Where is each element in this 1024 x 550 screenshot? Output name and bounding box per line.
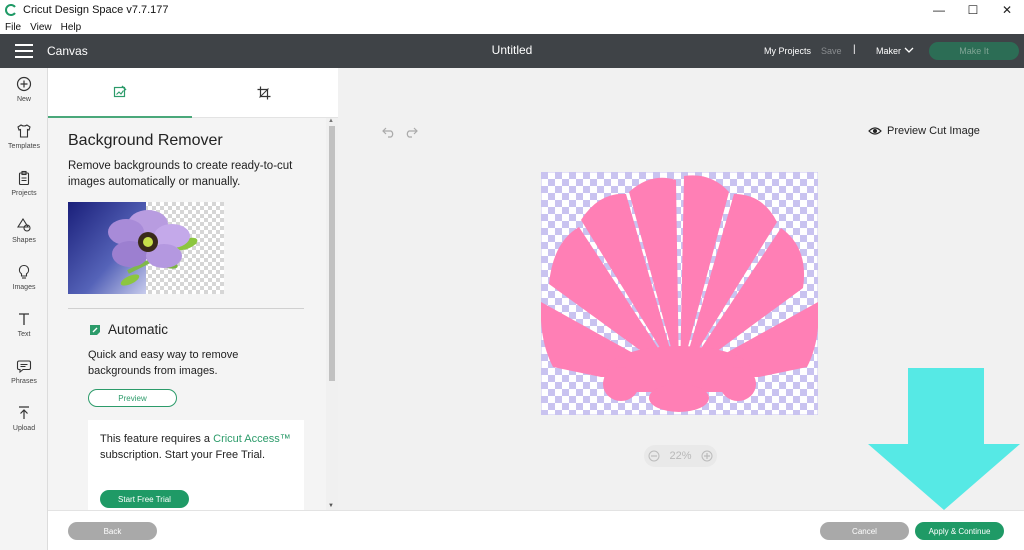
access-text-after: subscription. Start your Free Trial. [100, 449, 266, 461]
rail-item-upload[interactable]: Upload [0, 405, 48, 432]
shapes-icon [17, 217, 31, 232]
undo-icon[interactable] [382, 126, 396, 138]
background-remover-panel: Background Remover Remove backgrounds to… [48, 68, 338, 510]
rail-item-images[interactable]: Images [0, 264, 48, 291]
preview-cut-image-toggle[interactable]: Preview Cut Image [868, 125, 980, 137]
menu-view[interactable]: View [30, 22, 52, 33]
panel-tabs [48, 68, 338, 118]
preview-button[interactable]: Preview [88, 389, 177, 407]
rail-item-label: Upload [12, 425, 36, 432]
back-button[interactable]: Back [68, 522, 157, 540]
window-titlebar: Cricut Design Space v7.7.177 — ☐ ✕ [0, 0, 1024, 20]
menubar: File View Help [0, 20, 1024, 34]
window-controls: — ☐ ✕ [922, 0, 1024, 20]
shirt-icon [17, 124, 31, 138]
automatic-description: Quick and easy way to remove backgrounds… [88, 349, 239, 377]
rail-item-shapes[interactable]: Shapes [0, 217, 48, 244]
flower-example-image [68, 202, 224, 294]
access-message: This feature requires a Cricut Access™ s… [100, 431, 295, 463]
tool-rail: New Templates Projects Shapes Images Tex… [0, 68, 48, 550]
shell-image-preview [541, 172, 818, 415]
bottom-action-bar: Back Cancel Apply & Continue [48, 510, 1024, 550]
redo-icon[interactable] [404, 126, 418, 138]
lightbulb-icon [18, 264, 30, 279]
hamburger-menu-icon[interactable] [15, 44, 33, 58]
rail-item-label: Text [17, 331, 31, 338]
rail-item-text[interactable]: Text [0, 311, 48, 338]
rail-item-new[interactable]: New [0, 76, 48, 103]
window-title: Cricut Design Space v7.7.177 [23, 4, 169, 16]
section-title: Canvas [47, 44, 88, 58]
minimize-button[interactable]: — [922, 0, 956, 20]
plus-circle-icon [16, 76, 32, 92]
text-icon [19, 313, 29, 325]
panel-description: Remove backgrounds to create ready-to-cu… [68, 160, 293, 188]
preview-cut-label: Preview Cut Image [887, 125, 980, 137]
tab-background-remover[interactable] [48, 68, 192, 118]
access-text-before: This feature requires a [100, 433, 214, 445]
magic-wand-icon [90, 325, 100, 335]
cancel-button[interactable]: Cancel [820, 522, 909, 540]
rail-item-projects[interactable]: Projects [0, 170, 48, 197]
upload-icon [19, 406, 29, 419]
zoom-control: 22% [644, 445, 717, 467]
close-window-button[interactable]: ✕ [990, 0, 1024, 20]
menu-help[interactable]: Help [61, 22, 82, 33]
panel-title: Background Remover [68, 132, 223, 149]
rail-item-label: Templates [8, 143, 40, 150]
rail-item-label: Phrases [11, 378, 37, 385]
rail-item-templates[interactable]: Templates [0, 123, 48, 150]
scroll-thumb[interactable] [329, 126, 335, 381]
annotation-down-arrow [868, 368, 1020, 510]
chevron-down-icon[interactable] [904, 45, 914, 55]
tab-crop[interactable] [192, 68, 336, 118]
panel-scrollbar[interactable]: ▲ ▼ [326, 118, 338, 510]
zoom-in-icon[interactable] [701, 450, 713, 462]
zoom-out-icon[interactable] [648, 450, 660, 462]
header-divider: | [853, 44, 856, 55]
start-free-trial-button[interactable]: Start Free Trial [100, 490, 189, 508]
my-projects-link[interactable]: My Projects [764, 46, 811, 56]
clipboard-icon [18, 170, 30, 186]
project-title[interactable]: Untitled [492, 43, 533, 57]
speech-bubble-icon [16, 360, 32, 374]
rail-item-label: New [16, 96, 31, 103]
cricut-access-link[interactable]: Cricut Access™ [213, 433, 291, 445]
make-it-button[interactable]: Make It [929, 42, 1019, 60]
machine-select[interactable]: Maker [876, 46, 901, 56]
cricut-access-card: This feature requires a Cricut Access™ s… [88, 420, 304, 510]
save-button[interactable]: Save [821, 46, 842, 56]
eye-icon [868, 127, 882, 135]
section-divider [68, 308, 304, 309]
app-header: Canvas Untitled My Projects Save | Maker… [0, 34, 1024, 68]
menu-file[interactable]: File [5, 22, 21, 33]
scroll-up-icon[interactable]: ▲ [328, 118, 334, 124]
cricut-app-icon [5, 4, 16, 16]
rail-item-label: Images [12, 284, 36, 291]
panel-body: Background Remover Remove backgrounds to… [48, 118, 326, 510]
zoom-level: 22% [669, 450, 692, 462]
scroll-down-icon[interactable]: ▼ [328, 503, 334, 509]
rail-item-label: Projects [11, 190, 37, 197]
eraser-image-icon [113, 85, 127, 98]
rail-item-phrases[interactable]: Phrases [0, 358, 48, 385]
automatic-title: Automatic [108, 322, 169, 337]
apply-continue-button[interactable]: Apply & Continue [915, 522, 1004, 540]
rail-item-label: Shapes [12, 237, 36, 244]
crop-icon [257, 86, 271, 100]
maximize-button[interactable]: ☐ [956, 0, 990, 20]
